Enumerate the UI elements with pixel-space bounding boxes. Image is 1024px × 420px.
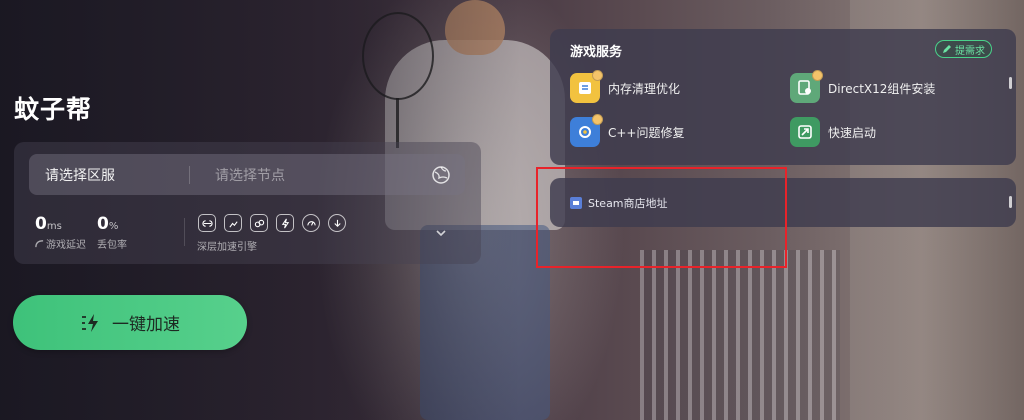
one-click-accelerate-button[interactable]: 一键加速 — [13, 295, 247, 350]
game-title: 蚊子帮 — [14, 95, 93, 124]
engine-label: 深层加速引擎 — [197, 242, 257, 253]
accelerate-label: 一键加速 — [112, 315, 180, 335]
service-item-memory[interactable]: 内存清理优化 — [570, 70, 681, 103]
chevron-down-icon[interactable] — [434, 226, 448, 240]
cpp-repair-icon — [570, 114, 603, 147]
packet-loss-value: 0 — [97, 214, 109, 234]
image-icon[interactable] — [224, 214, 242, 232]
packet-loss-stat: 0% 丢包率 — [97, 214, 127, 251]
connection-panel: 请选择区服 请选择节点 0ms 游戏延迟 0% 丢包率 深层加速引擎 — [14, 142, 481, 264]
pencil-icon — [943, 45, 951, 53]
steam-scrollbar[interactable] — [1009, 196, 1012, 208]
game-services-panel: 游戏服务 提需求 内存清理优化 DirectX12组件安装 C++问题修复 快速… — [550, 29, 1016, 165]
memory-clean-icon — [570, 70, 603, 103]
quick-start-icon — [790, 117, 820, 147]
stats-divider — [184, 218, 185, 246]
download-icon[interactable] — [328, 214, 346, 232]
latency-label: 游戏延迟 — [46, 240, 86, 251]
services-scrollbar[interactable] — [1009, 77, 1012, 89]
latency-unit: ms — [46, 221, 62, 232]
bolt-icon — [82, 313, 98, 332]
server-node-selector[interactable]: 请选择区服 请选择节点 — [29, 154, 465, 195]
service-item-quick-start[interactable]: 快速启动 — [790, 117, 876, 147]
service-label: 内存清理优化 — [608, 81, 681, 96]
service-label: 快速启动 — [828, 125, 877, 140]
packet-loss-label: 丢包率 — [97, 240, 127, 251]
node-select[interactable]: 请选择节点 — [190, 165, 431, 185]
server-select[interactable]: 请选择区服 — [29, 165, 189, 185]
link-icon[interactable] — [198, 214, 216, 232]
directx-icon — [790, 70, 823, 103]
globe-icon[interactable] — [431, 165, 451, 185]
request-feature-button[interactable]: 提需求 — [935, 40, 992, 58]
services-title: 游戏服务 — [570, 45, 623, 60]
service-item-cpp[interactable]: C++问题修复 — [570, 114, 685, 147]
background-curtain — [640, 250, 840, 420]
latency-value: 0 — [35, 214, 47, 234]
chain-icon[interactable] — [250, 214, 268, 232]
packet-loss-unit: % — [108, 221, 119, 232]
service-item-directx[interactable]: DirectX12组件安装 — [790, 70, 936, 103]
highlight-box — [536, 167, 787, 268]
engine-icons — [198, 214, 346, 232]
latency-stat: 0ms 游戏延迟 — [35, 214, 86, 251]
request-label: 提需求 — [955, 45, 985, 57]
service-label: C++问题修复 — [608, 125, 685, 140]
speed-gauge-icon[interactable] — [302, 214, 320, 232]
bolt-outline-icon[interactable] — [276, 214, 294, 232]
service-label: DirectX12组件安装 — [828, 81, 936, 96]
latency-icon — [35, 240, 44, 248]
